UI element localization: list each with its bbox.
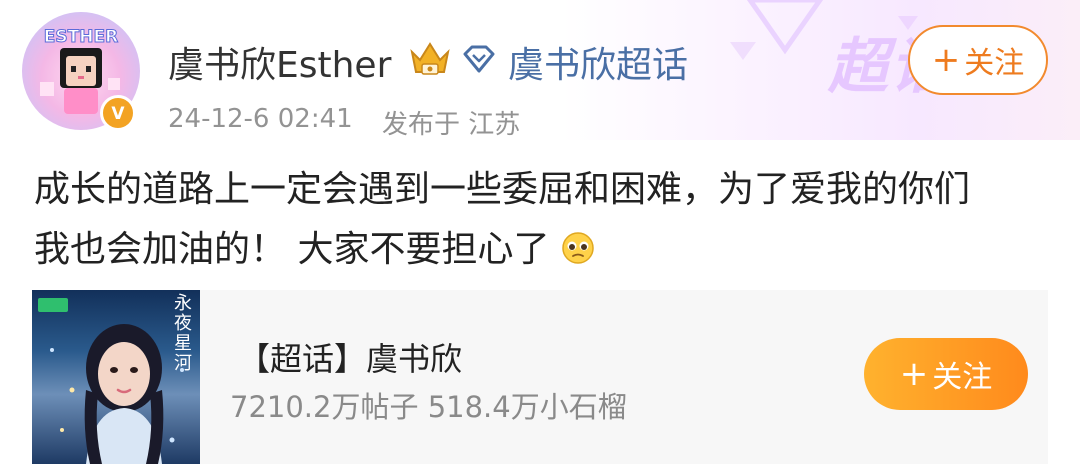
super-topic-diamond-icon (463, 45, 495, 73)
post-timestamp: 24-12-6 02:41 (168, 104, 353, 134)
verified-v-icon: V (111, 104, 125, 124)
post-content-line-with-emoji: 我也会加油的！ 大家不要担心了 (34, 220, 1054, 280)
svg-text:ESTHER: ESTHER (44, 27, 118, 47)
follow-label: 关注 (964, 46, 1025, 81)
post-location: 发布于 江苏 (382, 110, 521, 140)
post-content-line: 成长的道路上一定会遇到一些委屈和困难，为了爱我的你们 (34, 169, 971, 210)
post-content: 成长的道路上一定会遇到一些委屈和困难，为了爱我的你们 我也会加油的！ 大家不要担… (34, 160, 1054, 280)
vip-crown-icon (410, 42, 450, 75)
verified-badge: V (100, 95, 136, 131)
follow-label: 关注 (932, 360, 993, 395)
diamond-decoration-icon (898, 16, 918, 30)
super-topic-link[interactable]: 虞书欣超话 (508, 36, 688, 88)
plus-icon: + (931, 40, 961, 80)
diamond-decoration-icon (730, 42, 756, 60)
author-name[interactable]: 虞书欣Esther (168, 36, 391, 88)
follow-author-button[interactable]: + 关注 (908, 25, 1048, 95)
post-content-line: 我也会加油的！ 大家不要担心了 (34, 229, 550, 270)
follow-topic-button[interactable]: + 关注 (864, 338, 1028, 410)
super-topic-card[interactable]: 永夜星河 【超话】虞书欣 7210.2万帖子 518.4万小石榴 + 关注 (32, 290, 1048, 464)
topic-posts-count: 7210.2万帖子 (230, 390, 419, 424)
pleading-face-emoji-icon (562, 232, 595, 264)
topic-card-stats: 7210.2万帖子 518.4万小石榴 (230, 384, 627, 426)
topic-cover-image: 永夜星河 (32, 290, 200, 464)
plus-icon: + (899, 354, 929, 394)
topic-fans-count: 518.4万小石榴 (427, 390, 627, 424)
svg-text:V: V (111, 104, 125, 124)
cover-caption: 永夜星河 (174, 293, 192, 374)
topic-card-title: 【超话】虞书欣 (238, 340, 463, 378)
